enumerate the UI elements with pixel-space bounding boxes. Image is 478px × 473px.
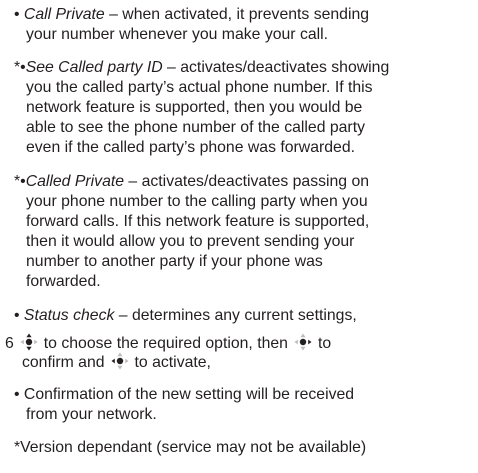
item-status-check-line-1: • Status check – determines any current … — [14, 306, 357, 326]
confirmation-text: from your network. — [26, 406, 157, 423]
description-text: you the called party’s actual phone numb… — [26, 79, 373, 96]
term-see-called-party-id: See Called party ID — [25, 59, 163, 76]
term-status-check: Status check — [23, 307, 115, 324]
item-call-private-line-1: • Call Private – when activated, it prev… — [14, 5, 369, 25]
step-6-text: to — [317, 335, 332, 352]
description-text: even if the called party’s phone was for… — [26, 139, 356, 156]
navigate-right-icon — [292, 333, 314, 351]
description-text: forwarded. — [26, 273, 101, 290]
footnote-bullet: *• — [14, 173, 26, 190]
description-text: activates/deactivates passing on — [141, 173, 370, 190]
description-text: activates/deactivates showing — [180, 59, 390, 76]
description-text: when activated, it prevents sending — [122, 6, 370, 23]
navigate-up-down-icon — [18, 333, 40, 351]
confirmation-line-1: • Confirmation of the new setting will b… — [14, 385, 354, 405]
description-text: your phone number to the calling party w… — [26, 193, 368, 210]
navigate-left-icon — [109, 352, 131, 370]
description-text: determines any current settings, — [131, 307, 357, 324]
step-6-line-1: 6 to choose the required option, then to — [5, 333, 331, 353]
dash: – — [124, 173, 142, 190]
bullet: • — [14, 307, 20, 324]
item-see-called-party-id-line-1: *•See Called party ID – activates/deacti… — [14, 58, 389, 78]
footnote-bullet: *• — [14, 59, 26, 76]
description-text: network feature is supported, then you w… — [26, 99, 363, 116]
term-call-private: Call Private — [23, 6, 105, 23]
step-number: 6 — [5, 335, 14, 352]
bullet: • — [14, 6, 20, 23]
term-called-private: Called Private — [25, 173, 125, 190]
footnote: *Version dependant (service may not be a… — [14, 439, 367, 456]
item-called-private-line-1: *•Called Private – activates/deactivates… — [14, 172, 369, 192]
description-text: number to another party if your phone wa… — [26, 253, 323, 270]
dash: – — [162, 59, 181, 76]
description-text: forward calls. If this network feature i… — [26, 213, 370, 230]
dash: – — [114, 307, 132, 324]
dash: – — [104, 6, 123, 23]
description-text: able to see the phone number of the call… — [26, 119, 365, 136]
bullet: • — [14, 386, 20, 403]
confirmation-text: Confirmation of the new setting will be … — [23, 386, 355, 403]
step-6-text: to choose the required option, then — [43, 335, 288, 352]
description-text: your number whenever you make your call. — [26, 26, 329, 43]
step-6-line-2: confirm and to activate, — [22, 352, 211, 372]
manual-page: • Call Private – when activated, it prev… — [0, 0, 478, 473]
step-6-text: confirm and — [22, 354, 105, 371]
step-6-text: to activate, — [134, 354, 211, 371]
description-text: then it would allow you to prevent sendi… — [26, 233, 355, 250]
